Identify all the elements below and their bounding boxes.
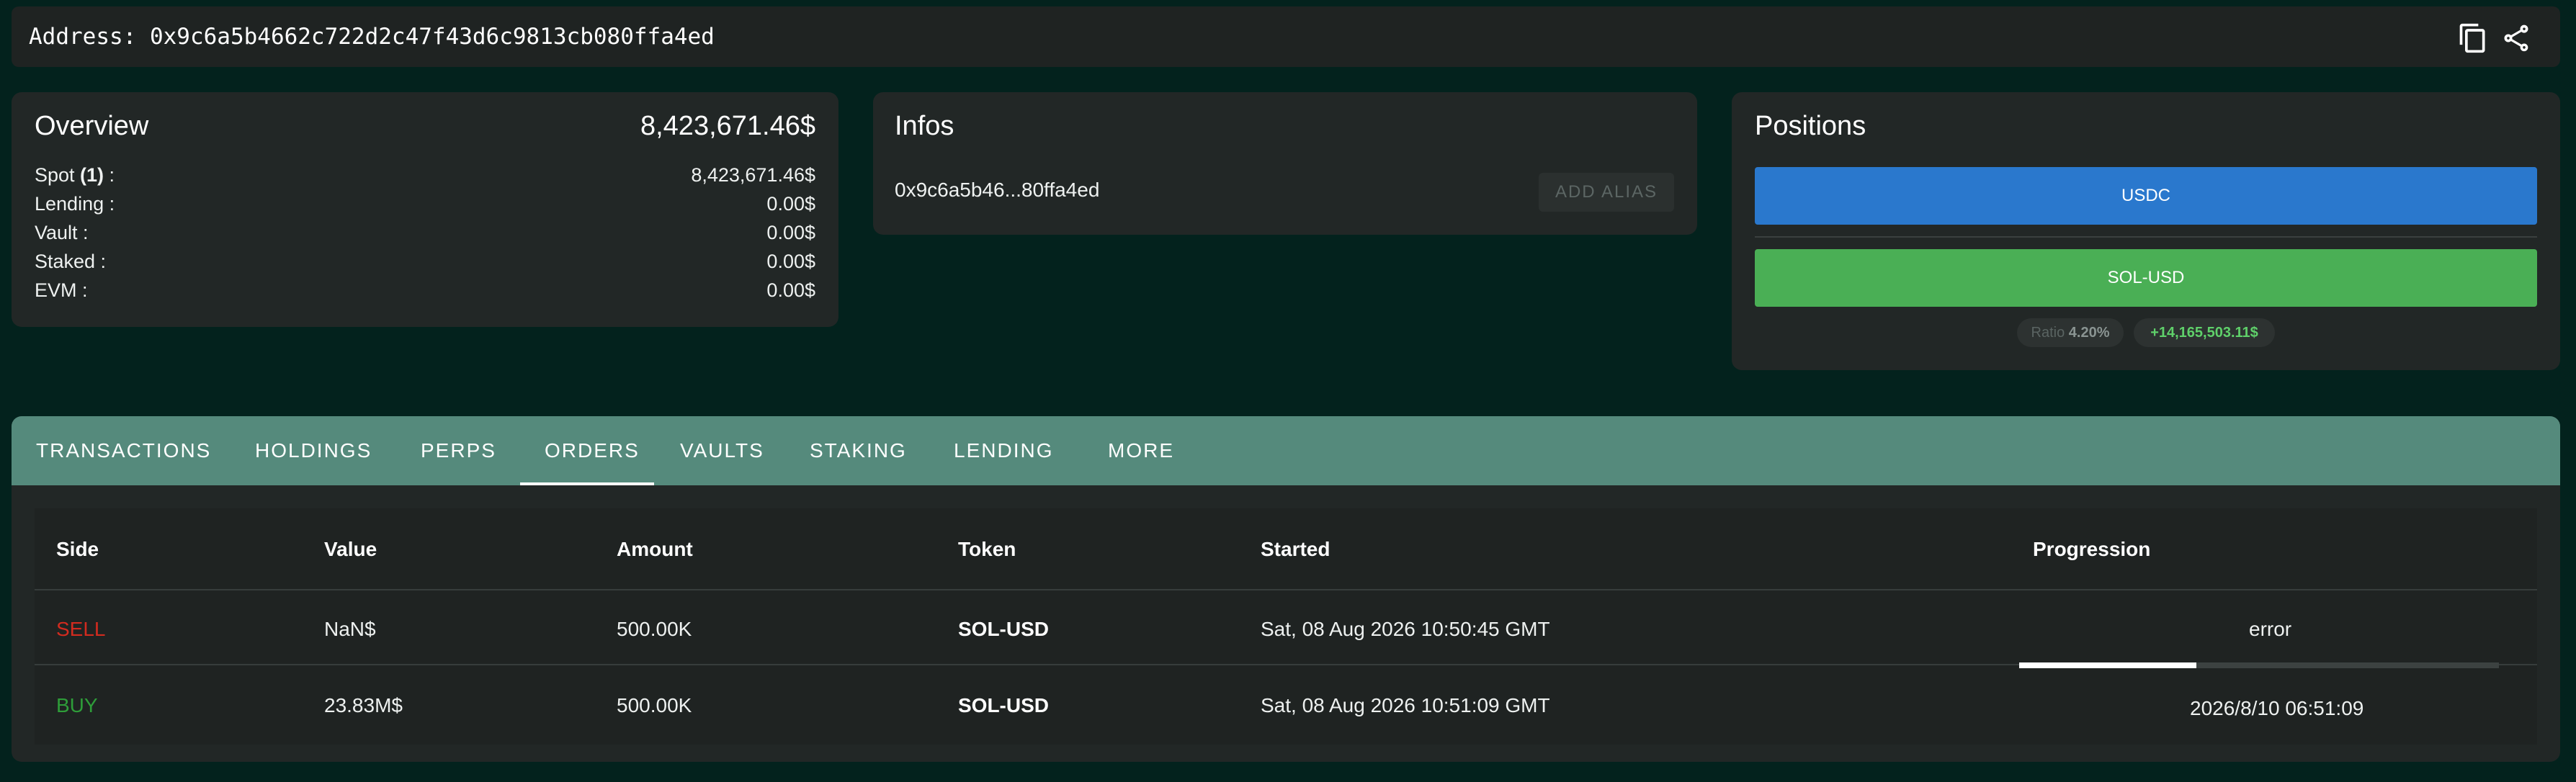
address-bar: Address: 0x9c6a5b4662c722d2c47f43d6c9813… [12,6,2560,67]
address-label: Address: 0x9c6a5b4662c722d2c47f43d6c9813… [29,24,715,50]
overview-spot-value: 8,423,671.46$ [691,164,815,186]
positions-title: Positions [1755,111,1866,141]
orders-panel: TRANSACTIONS HOLDINGS PERPS ORDERS VAULT… [12,416,2560,762]
overview-vault-label: Vault : [35,222,89,243]
column-header-amount: Amount [617,538,693,560]
tab-staking[interactable]: STAKING [810,416,907,485]
add-alias-button[interactable]: ADD ALIAS [1539,173,1674,212]
overview-row-lending: Lending : 0.00$ [35,193,815,222]
overview-total: 8,423,671.46$ [640,111,815,141]
infos-title: Infos [895,111,954,141]
order-side: BUY [56,694,98,716]
positions-divider [1755,236,2537,238]
order-amount: 500.00K [617,694,692,716]
tabs-bar: TRANSACTIONS HOLDINGS PERPS ORDERS VAULT… [12,416,2560,485]
order-progress-fill [2019,662,2197,668]
overview-spot-label: Spot [35,164,81,186]
order-token: SOL-USD [958,694,1049,716]
order-value: 23.83M$ [324,694,403,716]
column-header-progression: Progression [2033,538,2151,560]
overview-row-evm: EVM : 0.00$ [35,279,815,308]
order-amount: 500.00K [617,618,692,640]
column-header-value: Value [324,538,377,560]
positions-card: Positions USDC SOL-USD Ratio 4.20% +14,1… [1732,92,2560,370]
overview-card: Overview 8,423,671.46$ Spot (1) : 8,423,… [12,92,838,327]
ratio-label: Ratio [2031,325,2065,341]
position-bar-sol-usd[interactable]: SOL-USD [1755,249,2537,307]
tab-transactions[interactable]: TRANSACTIONS [36,416,211,485]
overview-staked-value: 0.00$ [766,251,815,272]
tab-orders[interactable]: ORDERS [545,416,640,485]
overview-title: Overview [35,111,149,141]
pnl-badge: +14,165,503.11$ [2134,318,2275,347]
active-tab-indicator [520,482,654,485]
order-started: Sat, 08 Aug 2026 10:51:09 GMT [1261,694,1550,716]
overview-row-staked: Staked : 0.00$ [35,251,815,279]
overview-evm-label: EVM : [35,279,88,301]
column-header-token: Token [958,538,1016,560]
overview-staked-label: Staked : [35,251,107,272]
overview-evm-value: 0.00$ [766,279,815,301]
overview-vault-value: 0.00$ [766,222,815,243]
order-progression-status: error [2249,618,2292,640]
column-header-started: Started [1261,538,1331,560]
header-divider [35,589,2537,590]
ratio-badge: Ratio 4.20% [2017,318,2124,347]
overview-spot-count: (1) [80,164,104,186]
overview-row-vault: Vault : 0.00$ [35,222,815,251]
tab-more[interactable]: MORE [1108,416,1174,485]
order-progression-date: 2026/8/10 06:51:09 [2190,697,2364,719]
tab-perps[interactable]: PERPS [421,416,496,485]
overview-row-spot: Spot (1) : 8,423,671.46$ [35,164,815,193]
tab-lending[interactable]: LENDING [954,416,1053,485]
tab-vaults[interactable]: VAULTS [680,416,764,485]
overview-spot-suffix: : [104,164,115,186]
column-header-side: Side [56,538,99,560]
order-token: SOL-USD [958,618,1049,640]
order-progress-bar [2019,662,2499,668]
order-value: NaN$ [324,618,376,640]
overview-lending-value: 0.00$ [766,193,815,215]
copy-icon[interactable] [2457,22,2489,54]
tab-holdings[interactable]: HOLDINGS [255,416,372,485]
overview-lending-label: Lending : [35,193,115,215]
orders-table: Side Value Amount Token Started Progress… [35,508,2537,745]
order-side: SELL [56,618,106,640]
infos-short-address: 0x9c6a5b46...80ffa4ed [895,179,1100,201]
order-started: Sat, 08 Aug 2026 10:50:45 GMT [1261,618,1550,640]
position-bar-usdc[interactable]: USDC [1755,167,2537,225]
share-icon[interactable] [2500,22,2532,54]
infos-card: Infos 0x9c6a5b46...80ffa4ed ADD ALIAS [873,92,1697,235]
ratio-value: 4.20% [2068,325,2110,341]
